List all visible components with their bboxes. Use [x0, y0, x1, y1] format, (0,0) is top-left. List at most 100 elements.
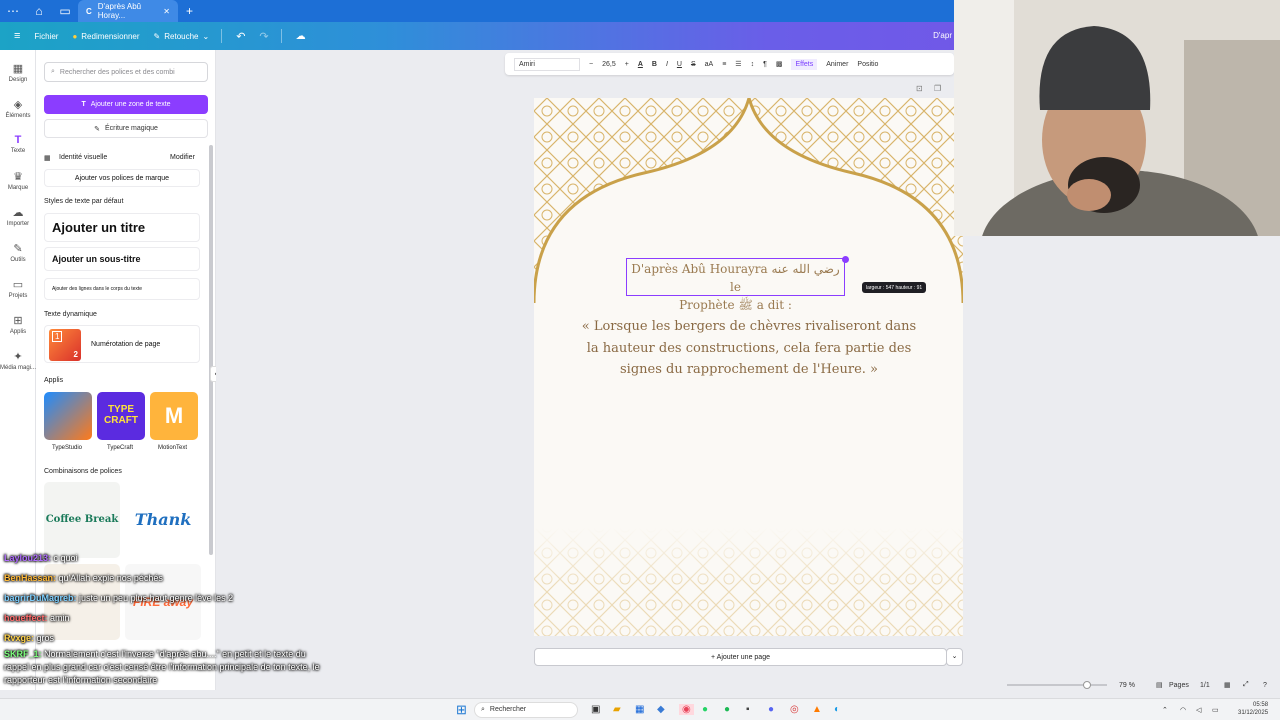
- app-typecraft-thumb[interactable]: TYPE CRAFT: [97, 392, 145, 440]
- app-label: TypeCraft: [107, 445, 134, 451]
- store-icon[interactable]: ▦: [635, 704, 644, 715]
- font-search-input[interactable]: ⌕ Rechercher des polices et des combi: [44, 62, 208, 82]
- underline-icon[interactable]: U: [677, 61, 682, 68]
- windows-start-icon[interactable]: ⊞: [456, 702, 467, 718]
- sidebar-icon[interactable]: ▭: [52, 4, 78, 18]
- hadith-quote[interactable]: « Lorsque les bergers de chèvres rivalis…: [574, 316, 924, 381]
- vertical-text-icon[interactable]: ¶: [763, 61, 767, 68]
- modify-link[interactable]: Modifier: [170, 154, 195, 161]
- zoom-slider[interactable]: [1007, 681, 1107, 689]
- transparency-icon[interactable]: ▩: [776, 60, 783, 68]
- menu-icon[interactable]: ≡: [14, 30, 20, 42]
- case-icon[interactable]: aA: [705, 61, 714, 68]
- font-size-plus[interactable]: +: [625, 61, 629, 68]
- pages-button[interactable]: Pages: [1169, 682, 1189, 689]
- add-page-button[interactable]: + Ajouter une page: [534, 648, 947, 666]
- add-body-button[interactable]: Ajouter des lignes dans le corps du text…: [44, 278, 200, 300]
- duplicate-icon[interactable]: ❐: [934, 84, 941, 93]
- nav-item-shapes[interactable]: ◈ Éléments: [0, 98, 36, 119]
- apps-icon: ⊞: [13, 315, 23, 327]
- taskview-icon[interactable]: ▣: [591, 704, 600, 715]
- app-icon[interactable]: ▲: [812, 704, 822, 715]
- panel-scrollbar[interactable]: [209, 145, 213, 555]
- selected-heading-textbox[interactable]: D'après Abû Hourayra رضي الله عنه le Pro…: [626, 258, 845, 312]
- obs-icon[interactable]: ◎: [790, 704, 799, 715]
- explorer-icon[interactable]: ▰: [613, 704, 621, 715]
- nav-item-tools[interactable]: ✎ Outils: [0, 242, 36, 263]
- whatsapp-icon[interactable]: ●: [702, 704, 708, 715]
- clock[interactable]: 05:58 31/12/2025: [1238, 701, 1268, 717]
- bold-icon[interactable]: B: [652, 61, 657, 68]
- page-numbering-button[interactable]: 1 2 Numérotation de page: [44, 325, 200, 363]
- strikethrough-icon[interactable]: S: [691, 61, 696, 68]
- taskbar-search[interactable]: ⌕ Rechercher: [474, 701, 578, 718]
- help-icon[interactable]: ?: [1263, 682, 1267, 689]
- spotify-icon[interactable]: ●: [724, 704, 730, 715]
- file-menu[interactable]: Fichier: [34, 32, 58, 41]
- nav-item-upload[interactable]: ☁ Importer: [0, 206, 36, 227]
- add-title-button[interactable]: Ajouter un titre: [44, 213, 200, 242]
- lock-icon[interactable]: ⊡: [916, 84, 923, 93]
- text-color-icon[interactable]: A: [638, 61, 643, 68]
- discord-icon[interactable]: ●: [768, 704, 774, 715]
- align-icon[interactable]: ≡: [722, 61, 726, 68]
- list-icon[interactable]: ☰: [735, 60, 741, 68]
- zoom-level[interactable]: 79 %: [1119, 682, 1135, 689]
- home-icon[interactable]: ⌂: [26, 4, 52, 18]
- font-size-value[interactable]: 26,5: [602, 61, 616, 68]
- redo-icon[interactable]: ↷: [259, 30, 268, 43]
- nav-label: Marque: [7, 185, 29, 191]
- app-motiontext-thumb[interactable]: M: [150, 392, 198, 440]
- text-toolbar: Amiri − 26,5 + A B I U S aA ≡ ☰ ↕ ¶ ▩ Ef…: [505, 53, 954, 75]
- font-selector[interactable]: Amiri: [514, 57, 580, 71]
- app-icon[interactable]: ◆: [657, 704, 665, 715]
- new-tab-button[interactable]: +: [186, 4, 193, 18]
- add-subtitle-button[interactable]: Ajouter un sous-titre: [44, 247, 200, 271]
- more-icon[interactable]: ⋯: [0, 4, 26, 18]
- volume-icon[interactable]: ◁: [1196, 706, 1201, 714]
- nav-item-text[interactable]: T Texte: [0, 134, 36, 154]
- grid-view-icon[interactable]: ▦: [1224, 681, 1231, 689]
- animate-button[interactable]: Animer: [826, 61, 848, 68]
- effects-button[interactable]: Effets: [791, 58, 818, 70]
- nav-item-brand[interactable]: ♛ Marque: [0, 170, 36, 191]
- browser-tab[interactable]: C D'après Abû Horay... ✕: [78, 0, 178, 22]
- add-brand-fonts-button[interactable]: Ajouter vos polices de marque: [44, 169, 200, 187]
- undo-icon[interactable]: ↶: [236, 30, 245, 43]
- resize-button[interactable]: ● Redimensionner: [72, 32, 139, 41]
- spacing-icon[interactable]: ↕: [751, 61, 755, 68]
- tray-chevron-icon[interactable]: ⌃: [1162, 706, 1168, 714]
- nav-item-magic-media[interactable]: ✦ Média magi...: [0, 350, 36, 371]
- nav-item-layout[interactable]: ▦ Design: [0, 62, 36, 83]
- position-button[interactable]: Positio: [857, 61, 878, 68]
- font-size-minus[interactable]: −: [589, 61, 593, 68]
- edge-icon[interactable]: ◐: [834, 704, 840, 715]
- combo-coffee-break[interactable]: Coffee Break: [44, 482, 120, 558]
- battery-icon[interactable]: ▭: [1212, 706, 1219, 714]
- nav-label: Design: [8, 77, 28, 83]
- network-icon[interactable]: ◠: [1180, 706, 1186, 714]
- pages-icon[interactable]: ▤: [1156, 681, 1163, 689]
- upload-icon: ☁: [12, 207, 24, 219]
- add-textbox-button[interactable]: T Ajouter une zone de texte: [44, 95, 208, 114]
- nav-item-apps[interactable]: ⊞ Applis: [0, 314, 36, 335]
- design-title[interactable]: D'apr: [933, 31, 952, 40]
- resize-handle[interactable]: [842, 256, 849, 263]
- cloud-sync-icon[interactable]: ☁: [296, 31, 306, 42]
- nav-item-folder[interactable]: ▭ Projets: [0, 278, 36, 299]
- design-page[interactable]: D'après Abû Hourayra رضي الله عنه le Pro…: [534, 98, 963, 636]
- combo-thank-you[interactable]: Thank you!: [125, 482, 201, 605]
- browser-app-icon[interactable]: ◉: [679, 704, 694, 715]
- layout-icon: ▦: [12, 63, 24, 75]
- chat-text: juste un peu plus haut genre lève les 2: [79, 593, 234, 603]
- app-typestudio-thumb[interactable]: [44, 392, 92, 440]
- fullscreen-icon[interactable]: ⤢: [1243, 681, 1249, 689]
- magic-write-button[interactable]: ✎ Écriture magique: [44, 119, 208, 138]
- app-icon[interactable]: ▪: [746, 704, 750, 715]
- chat-text: gros: [36, 633, 55, 643]
- add-page-dropdown[interactable]: ⌄: [946, 648, 963, 666]
- close-tab-icon[interactable]: ✕: [163, 7, 170, 16]
- retouch-button[interactable]: ✎ Retouche ⌄: [154, 32, 210, 41]
- italic-icon[interactable]: I: [666, 61, 668, 68]
- zoom-slider-thumb[interactable]: [1083, 681, 1091, 689]
